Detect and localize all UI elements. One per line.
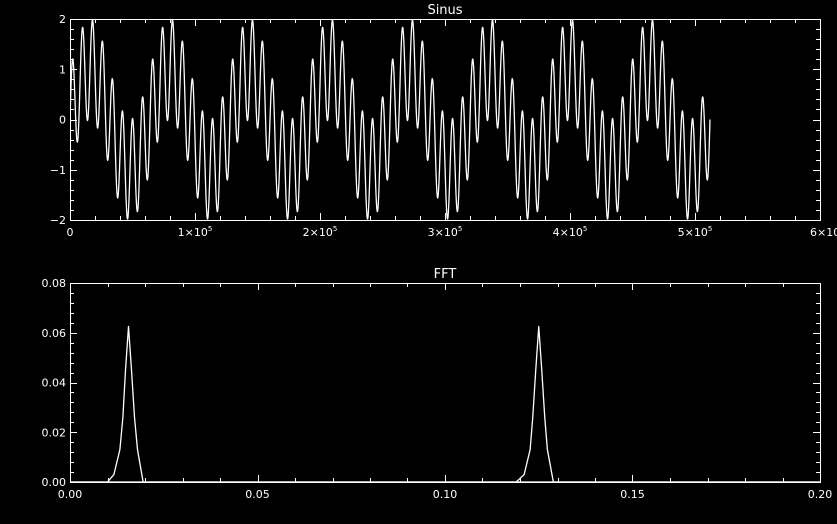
background bbox=[0, 0, 837, 524]
sinus-x-tick-label: 2×105 bbox=[303, 225, 338, 239]
fft-title: FFT bbox=[434, 267, 457, 282]
fft-y-tick-label: 0.02 bbox=[42, 426, 67, 439]
fft-x-tick-label: 0.15 bbox=[620, 488, 645, 501]
fft-x-tick-label: 0.05 bbox=[245, 488, 270, 501]
sinus-x-tick-label: 1×105 bbox=[178, 225, 213, 239]
fft-x-tick-label: 0.00 bbox=[58, 488, 83, 501]
fft-y-tick-label: 0.08 bbox=[42, 277, 67, 290]
tick-base: 3×10 bbox=[428, 226, 458, 239]
sinus-y-tick-label: 2 bbox=[59, 13, 66, 26]
tick-exponent: 5 bbox=[208, 225, 212, 233]
tick-base: 2×10 bbox=[303, 226, 333, 239]
sinus-x-tick-label: 5×105 bbox=[678, 225, 713, 239]
sinus-y-tick-label: −2 bbox=[50, 214, 66, 227]
sinus-y-tick-label: 1 bbox=[59, 63, 66, 76]
fft-y-tick-label: 0.06 bbox=[42, 327, 67, 340]
tick-exponent: 5 bbox=[458, 225, 462, 233]
fft-y-tick-label: 0.04 bbox=[42, 377, 67, 390]
tick-base: 4×10 bbox=[553, 226, 583, 239]
sinus-title: Sinus bbox=[427, 3, 462, 18]
sinus-y-tick-label: 0 bbox=[59, 114, 66, 127]
tick-base: 0 bbox=[67, 226, 74, 239]
tick-exponent: 5 bbox=[583, 225, 587, 233]
fft-y-tick-label: 0.00 bbox=[42, 476, 67, 489]
tick-exponent: 5 bbox=[333, 225, 337, 233]
sinus-x-tick-label: 4×105 bbox=[553, 225, 588, 239]
fft-x-tick-label: 0.20 bbox=[808, 488, 833, 501]
sinus-x-tick-label: 0 bbox=[67, 226, 74, 239]
tick-base: 5×10 bbox=[678, 226, 708, 239]
fft-x-tick-label: 0.10 bbox=[433, 488, 458, 501]
sinus-x-tick-label: 6×105 bbox=[810, 225, 837, 239]
tick-base: 1×10 bbox=[178, 226, 208, 239]
sinus-y-tick-label: −1 bbox=[50, 164, 66, 177]
figure: Sinus01×1052×1053×1054×1055×1056×105−2−1… bbox=[0, 0, 837, 524]
tick-exponent: 5 bbox=[708, 225, 712, 233]
sinus-x-tick-label: 3×105 bbox=[428, 225, 463, 239]
tick-base: 6×10 bbox=[810, 226, 837, 239]
